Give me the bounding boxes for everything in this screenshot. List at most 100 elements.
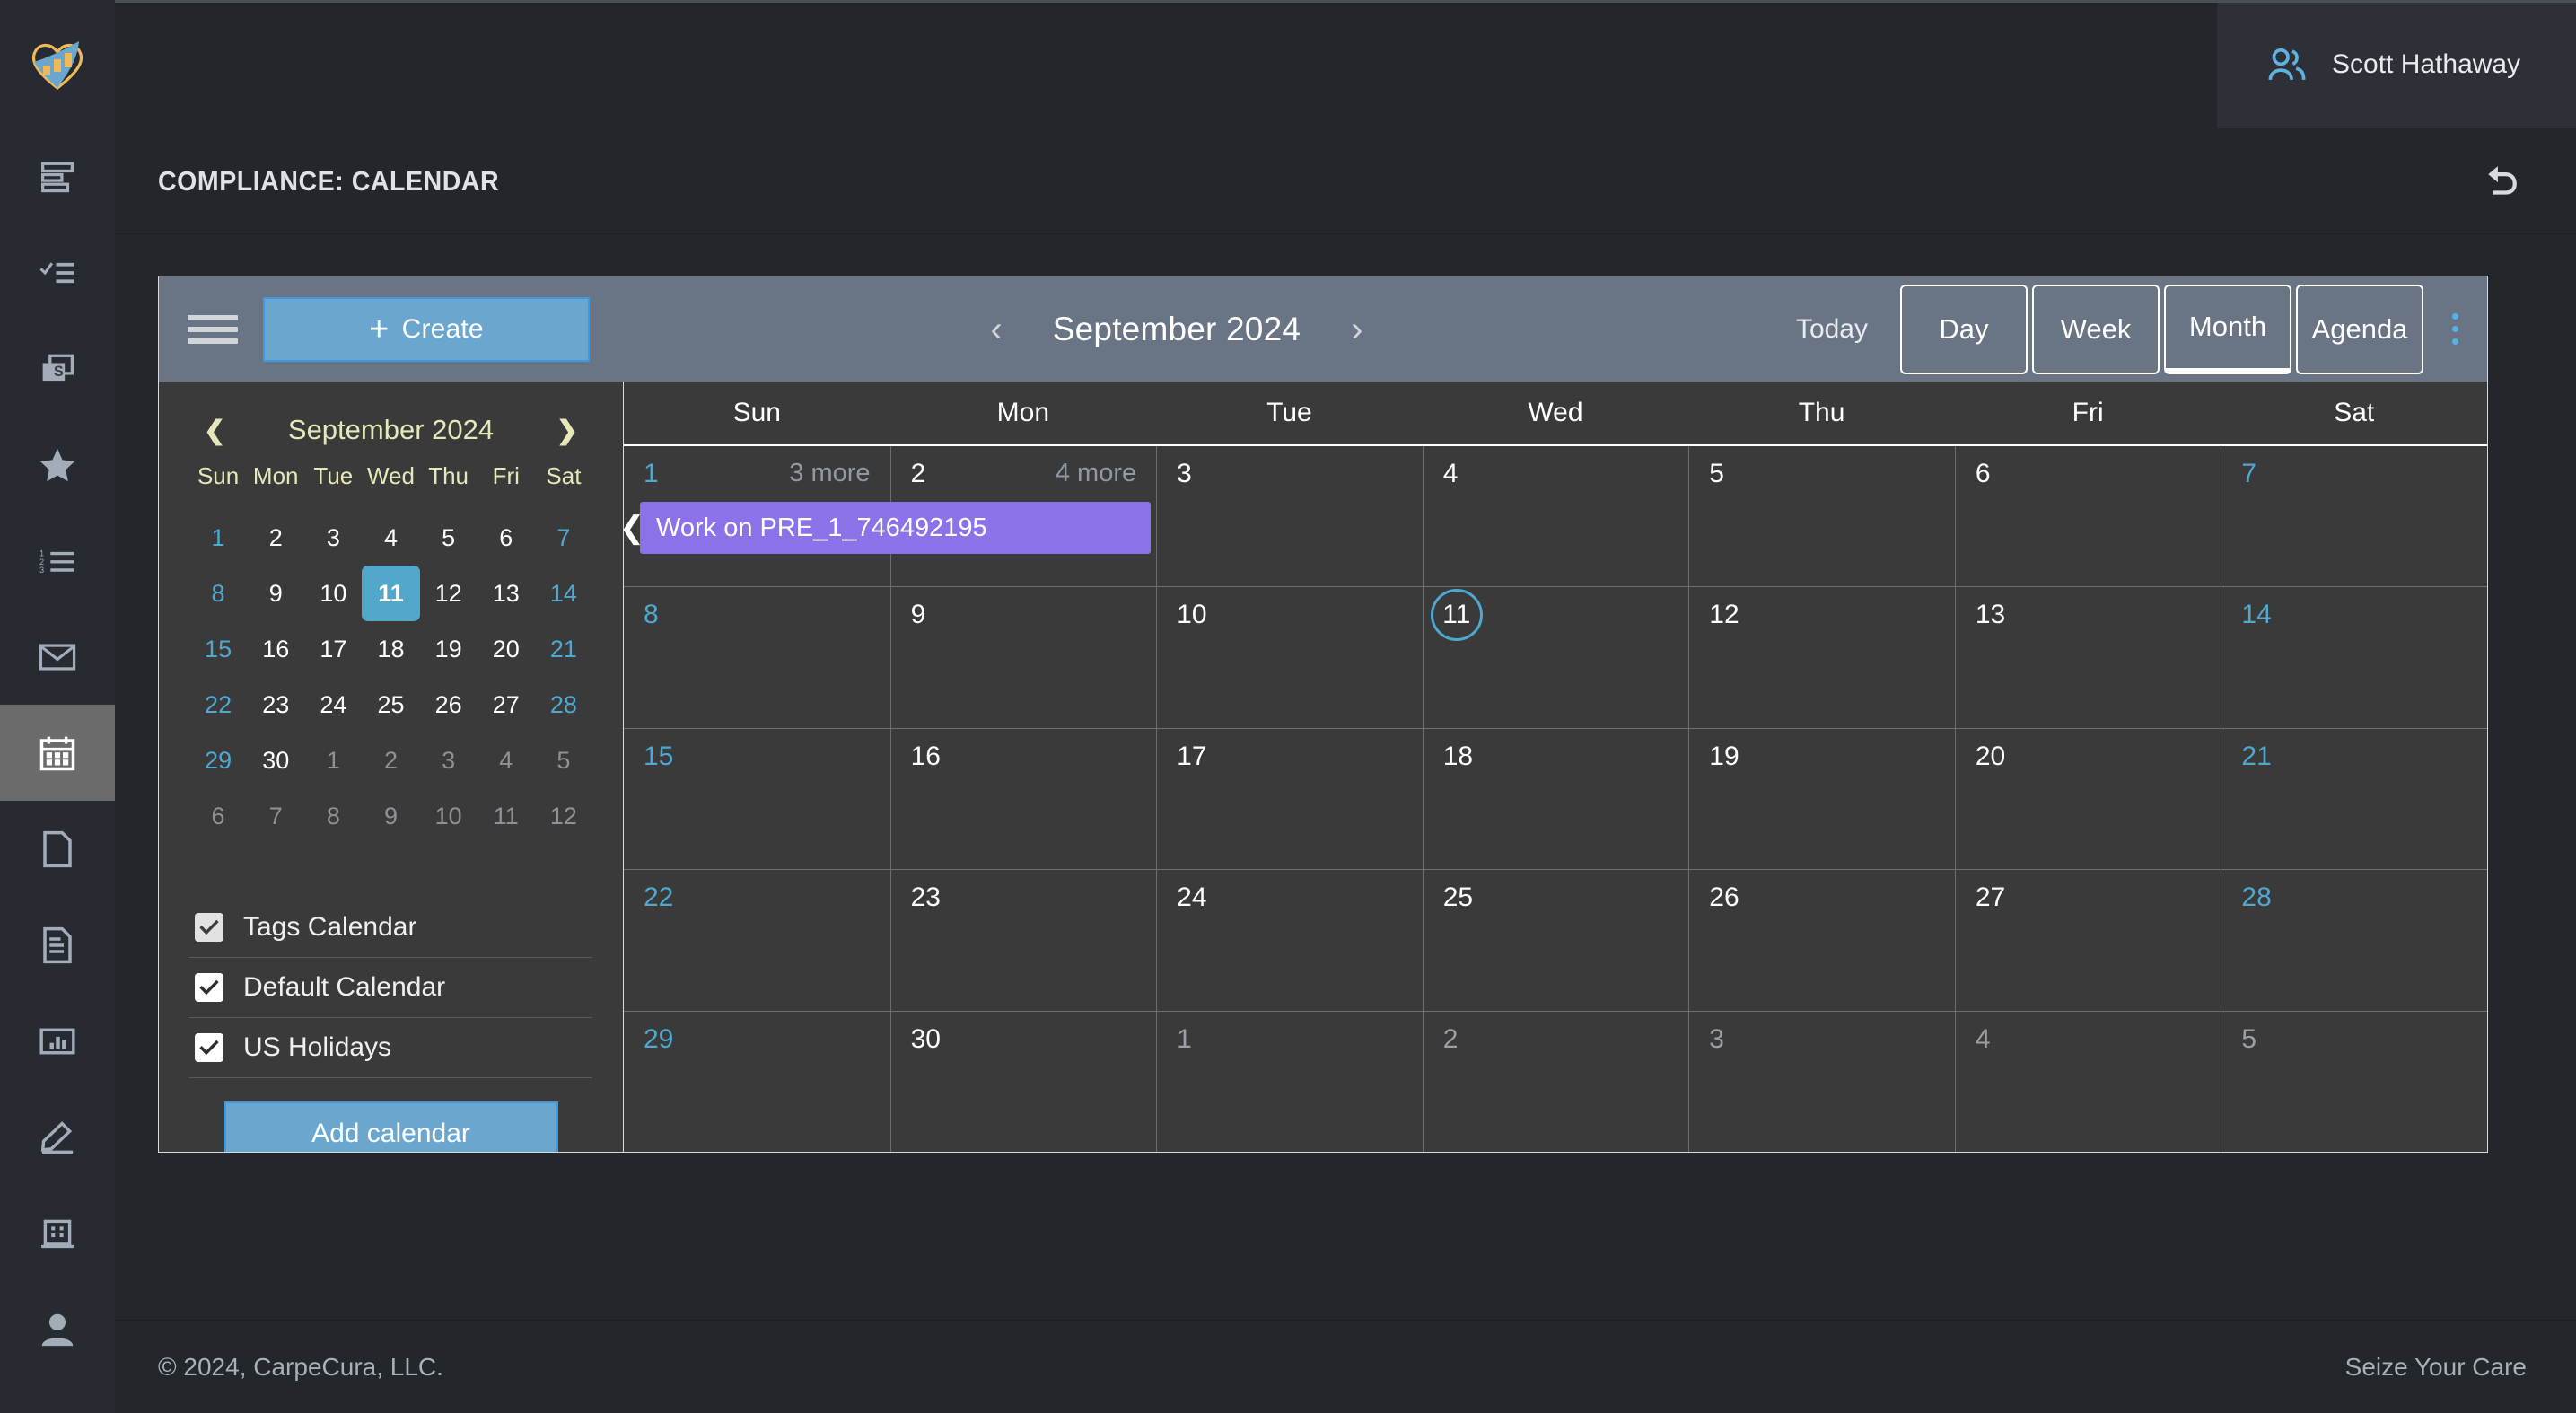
more-vertical-icon[interactable]: [2428, 313, 2482, 345]
day-cell[interactable]: 18: [1422, 728, 1689, 870]
mini-calendar-day[interactable]: 5: [420, 510, 478, 566]
day-cell[interactable]: 8: [624, 587, 890, 727]
mini-prev-month-icon[interactable]: ❮: [197, 415, 232, 446]
mini-calendar-day[interactable]: 25: [362, 677, 419, 733]
day-cell[interactable]: 4: [1954, 1011, 2221, 1152]
mini-next-month-icon[interactable]: ❯: [549, 415, 585, 446]
day-cell[interactable]: 25: [1422, 870, 1689, 1011]
day-cell[interactable]: 27: [1954, 870, 2221, 1011]
mini-calendar-day[interactable]: 1: [189, 510, 247, 566]
view-button-week[interactable]: Week: [2032, 284, 2160, 374]
list-item[interactable]: Default Calendar: [189, 958, 592, 1018]
sidebar-item-dashboard[interactable]: [0, 128, 115, 224]
day-cell[interactable]: 13: [1954, 587, 2221, 728]
mini-calendar-day[interactable]: 30: [247, 733, 304, 788]
mini-calendar-day[interactable]: 29: [189, 733, 247, 788]
mini-calendar-day[interactable]: 19: [420, 621, 478, 677]
day-cell[interactable]: 14: [2221, 587, 2487, 728]
calendar-event[interactable]: Work on PRE_1_746492195: [640, 502, 1152, 554]
user-menu[interactable]: Scott Hathaway: [2217, 0, 2576, 128]
mini-calendar-day[interactable]: 12: [420, 566, 478, 621]
mini-calendar-day[interactable]: 8: [189, 566, 247, 621]
day-cell[interactable]: 29: [624, 1012, 890, 1152]
sidebar-item-billing[interactable]: S: [0, 320, 115, 417]
more-events-link[interactable]: 3 more: [789, 459, 870, 488]
view-button-day[interactable]: Day: [1900, 284, 2028, 374]
checkbox-us-holidays[interactable]: [195, 1033, 223, 1062]
sidebar-item-documents[interactable]: [0, 897, 115, 993]
mini-calendar-day[interactable]: 7: [535, 510, 592, 566]
mini-calendar-day[interactable]: 17: [304, 621, 362, 677]
mini-calendar-day[interactable]: 6: [478, 510, 535, 566]
mini-calendar-day[interactable]: 4: [362, 510, 419, 566]
mini-calendar-day[interactable]: 10: [304, 566, 362, 621]
mini-calendar-day[interactable]: 18: [362, 621, 419, 677]
mini-calendar-day[interactable]: 13: [478, 566, 535, 621]
list-item[interactable]: Tags Calendar: [189, 898, 592, 958]
mini-calendar-day[interactable]: 26: [420, 677, 478, 733]
mini-calendar-day[interactable]: 14: [535, 566, 592, 621]
day-cell[interactable]: 11: [1422, 587, 1689, 728]
more-events-link[interactable]: 4 more: [1056, 459, 1136, 488]
sidebar-item-profile[interactable]: [0, 1281, 115, 1377]
mini-calendar-day[interactable]: 23: [247, 677, 304, 733]
day-cell[interactable]: 1: [1156, 1011, 1423, 1152]
day-cell[interactable]: 20: [1954, 728, 2221, 870]
day-cell[interactable]: 23: [889, 870, 1157, 1011]
day-cell[interactable]: 30: [889, 1011, 1157, 1152]
add-calendar-button[interactable]: Add calendar: [223, 1101, 558, 1152]
hamburger-icon[interactable]: [188, 314, 238, 344]
mini-calendar-day[interactable]: 11: [478, 788, 535, 844]
sidebar-item-new-document[interactable]: [0, 801, 115, 897]
sidebar-item-messages[interactable]: [0, 609, 115, 705]
sidebar-item-notes[interactable]: [0, 1089, 115, 1185]
day-cell[interactable]: 9: [889, 587, 1157, 728]
mini-calendar-day[interactable]: 2: [362, 733, 419, 788]
app-logo[interactable]: [0, 0, 115, 128]
checkbox-tags-calendar[interactable]: [195, 913, 223, 942]
day-cell[interactable]: 12: [1688, 587, 1955, 728]
day-cell[interactable]: 28: [2221, 870, 2487, 1011]
mini-calendar-day[interactable]: 6: [189, 788, 247, 844]
sidebar-item-reports[interactable]: [0, 993, 115, 1089]
day-cell[interactable]: 10: [1156, 587, 1423, 728]
sidebar-item-organization[interactable]: [0, 1185, 115, 1281]
day-cell[interactable]: 16: [889, 728, 1157, 870]
checkbox-default-calendar[interactable]: [195, 973, 223, 1002]
mini-calendar-day[interactable]: 9: [247, 566, 304, 621]
chevron-right-icon[interactable]: ›: [1342, 308, 1371, 351]
day-cell[interactable]: 17: [1156, 728, 1423, 870]
create-button[interactable]: + Create: [263, 296, 590, 362]
mini-calendar-day[interactable]: 11: [362, 566, 420, 621]
sidebar-item-tasks[interactable]: [0, 224, 115, 320]
today-button[interactable]: Today: [1764, 314, 1900, 345]
mini-calendar-day[interactable]: 22: [189, 677, 247, 733]
sidebar-item-calendar[interactable]: [0, 705, 115, 801]
mini-calendar-day[interactable]: 12: [535, 788, 592, 844]
day-cell[interactable]: 3: [1688, 1011, 1955, 1152]
mini-calendar-day[interactable]: 15: [189, 621, 247, 677]
mini-calendar-day[interactable]: 10: [420, 788, 478, 844]
day-cell[interactable]: 15: [624, 729, 890, 869]
undo-button[interactable]: [2476, 155, 2527, 206]
mini-calendar-day[interactable]: 21: [535, 621, 592, 677]
mini-calendar-day[interactable]: 28: [535, 677, 592, 733]
day-cell[interactable]: 19: [1688, 728, 1955, 870]
mini-calendar-day[interactable]: 3: [304, 510, 362, 566]
mini-calendar-day[interactable]: 16: [247, 621, 304, 677]
mini-calendar-day[interactable]: 3: [420, 733, 478, 788]
mini-calendar-day[interactable]: 27: [478, 677, 535, 733]
sidebar-item-lists[interactable]: 123: [0, 513, 115, 609]
view-button-agenda[interactable]: Agenda: [2296, 284, 2423, 374]
mini-calendar-day[interactable]: 4: [478, 733, 535, 788]
day-cell[interactable]: 2: [1422, 1011, 1689, 1152]
mini-calendar-day[interactable]: 7: [247, 788, 304, 844]
mini-calendar-day[interactable]: 20: [478, 621, 535, 677]
mini-calendar-day[interactable]: 24: [304, 677, 362, 733]
mini-calendar-day[interactable]: 2: [247, 510, 304, 566]
day-cell[interactable]: 24: [1156, 870, 1423, 1011]
mini-calendar-day[interactable]: 1: [304, 733, 362, 788]
day-cell[interactable]: 5: [2221, 1011, 2487, 1152]
mini-calendar-day[interactable]: 9: [362, 788, 419, 844]
sidebar-item-favorites[interactable]: [0, 417, 115, 513]
